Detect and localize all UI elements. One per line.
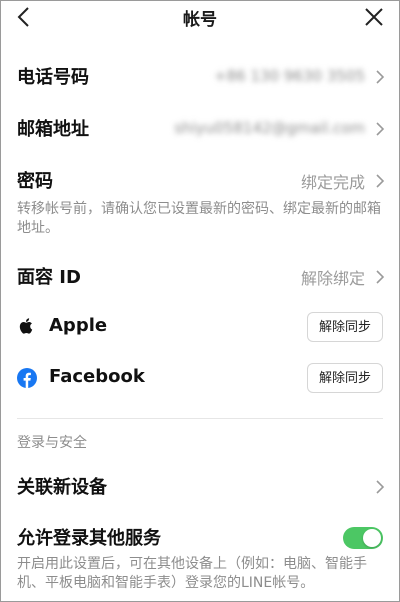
apple-icon bbox=[19, 318, 33, 334]
password-row[interactable]: 密码 绑定完成 bbox=[1, 167, 399, 197]
email-value: shiyu058142@gmail.com bbox=[174, 119, 365, 137]
link-device-label: 关联新设备 bbox=[17, 477, 107, 498]
toggle-knob bbox=[363, 529, 381, 547]
face-id-status: 解除绑定 bbox=[300, 269, 365, 288]
allow-login-note: 开启用此设置后，可在其他设备上（例如：电脑、智能手机、平板电脑和智能手表）登录您… bbox=[17, 556, 367, 591]
facebook-unlink-button[interactable]: 解除同步 bbox=[307, 363, 383, 393]
allow-login-toggle[interactable] bbox=[343, 527, 383, 549]
facebook-icon bbox=[17, 368, 37, 388]
face-id-label: 面容 ID bbox=[17, 267, 81, 288]
email-label: 邮箱地址 bbox=[17, 119, 89, 140]
chevron-right-icon bbox=[376, 480, 385, 494]
allow-login-label: 允许登录其他服务 bbox=[17, 528, 161, 549]
apple-unlink-button[interactable]: 解除同步 bbox=[307, 312, 383, 342]
password-label: 密码 bbox=[17, 171, 53, 192]
close-icon[interactable] bbox=[363, 6, 385, 28]
page-title: 帐号 bbox=[183, 10, 217, 30]
phone-value: +86 130 9630 3505 bbox=[214, 67, 365, 85]
email-row[interactable]: 邮箱地址 shiyu058142@gmail.com bbox=[1, 115, 399, 145]
chevron-right-icon bbox=[376, 270, 385, 284]
facebook-label: Facebook bbox=[49, 366, 145, 387]
phone-label: 电话号码 bbox=[17, 67, 89, 88]
password-status: 绑定完成 bbox=[300, 173, 365, 192]
top-bar: 帐号 bbox=[1, 1, 399, 33]
account-screen: 帐号 电话号码 +86 130 9630 3505 邮箱地址 shiyu0581… bbox=[0, 0, 400, 602]
chevron-right-icon bbox=[376, 70, 385, 84]
face-id-row[interactable]: 面容 ID 解除绑定 bbox=[1, 263, 399, 293]
section-divider bbox=[17, 418, 383, 419]
password-note: 转移帐号前，请确认您已设置最新的密码、绑定最新的邮箱地址。 bbox=[17, 201, 381, 236]
chevron-right-icon bbox=[376, 174, 385, 188]
phone-row[interactable]: 电话号码 +86 130 9630 3505 bbox=[1, 63, 399, 93]
allow-login-row: 允许登录其他服务 bbox=[1, 524, 399, 554]
facebook-row: Facebook 解除同步 bbox=[1, 362, 399, 394]
apple-row: Apple 解除同步 bbox=[1, 311, 399, 343]
chevron-right-icon bbox=[376, 122, 385, 136]
link-device-row[interactable]: 关联新设备 bbox=[1, 473, 399, 503]
apple-label: Apple bbox=[49, 315, 108, 336]
login-security-section-title: 登录与安全 bbox=[17, 435, 87, 451]
